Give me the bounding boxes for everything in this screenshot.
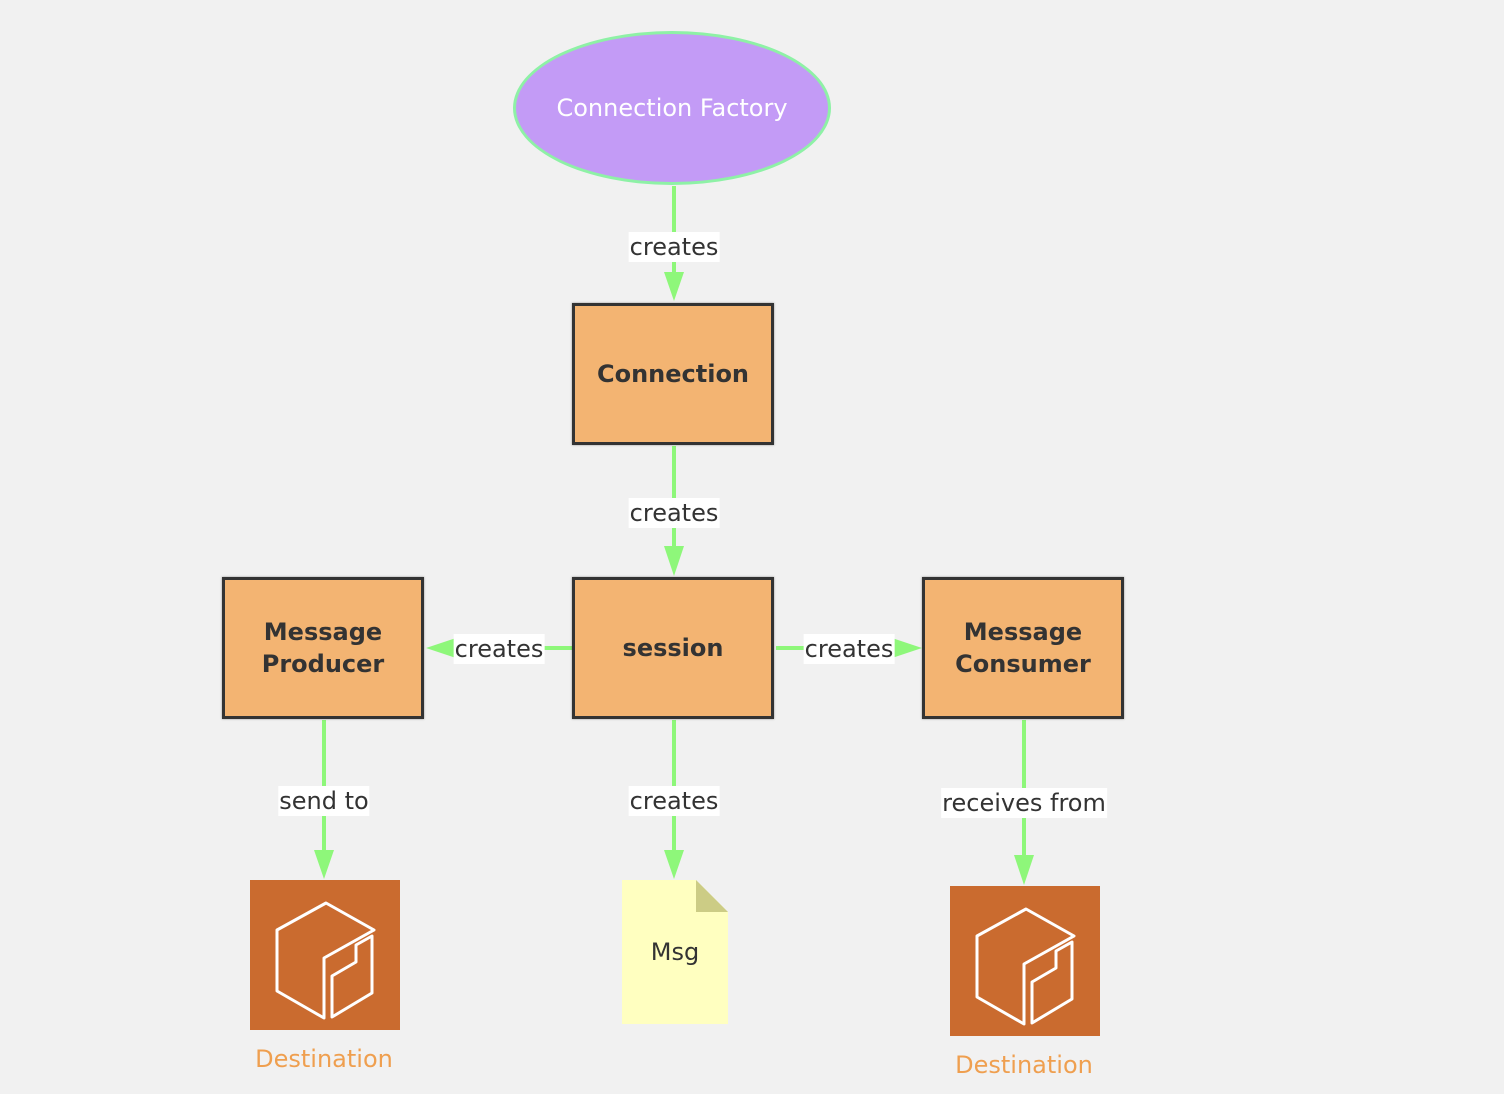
edge-label: creates — [803, 634, 895, 664]
node-label: Message Producer — [261, 618, 385, 678]
edge-label: creates — [628, 786, 720, 816]
arrowhead-icon — [1014, 855, 1034, 885]
node-label: session — [622, 634, 724, 662]
node-msg[interactable]: Msg — [622, 880, 728, 1024]
arrowhead-icon — [314, 850, 334, 879]
node-connection[interactable]: Connection — [572, 303, 774, 445]
edge-label: creates — [628, 498, 720, 528]
arrowhead-icon — [892, 638, 922, 658]
node-label: Message Consumer — [955, 618, 1091, 678]
node-message-producer[interactable]: Message Producer — [222, 577, 424, 719]
queue-box-icon — [975, 907, 1076, 1026]
node-destination-send[interactable] — [250, 880, 400, 1030]
destination-label: Destination — [955, 1051, 1093, 1079]
destination-label: Destination — [255, 1045, 393, 1073]
arrowhead-icon — [664, 272, 684, 301]
node-session[interactable]: session — [572, 577, 774, 719]
edge-label: send to — [278, 786, 370, 816]
node-label: Connection — [596, 360, 750, 388]
arrowhead-icon — [426, 638, 456, 658]
arrowhead-icon — [664, 546, 684, 576]
node-label: Msg — [650, 938, 700, 966]
node-message-consumer[interactable]: Message Consumer — [922, 577, 1124, 719]
node-label: Connection Factory — [556, 94, 788, 122]
edge-label: receives from — [941, 788, 1107, 818]
queue-box-icon — [275, 901, 376, 1020]
node-connection-factory[interactable]: Connection Factory — [513, 31, 831, 185]
node-destination-receive[interactable] — [950, 886, 1100, 1036]
edge-label: creates — [628, 232, 720, 262]
arrowhead-icon — [664, 850, 684, 879]
edge-label: creates — [453, 634, 545, 664]
